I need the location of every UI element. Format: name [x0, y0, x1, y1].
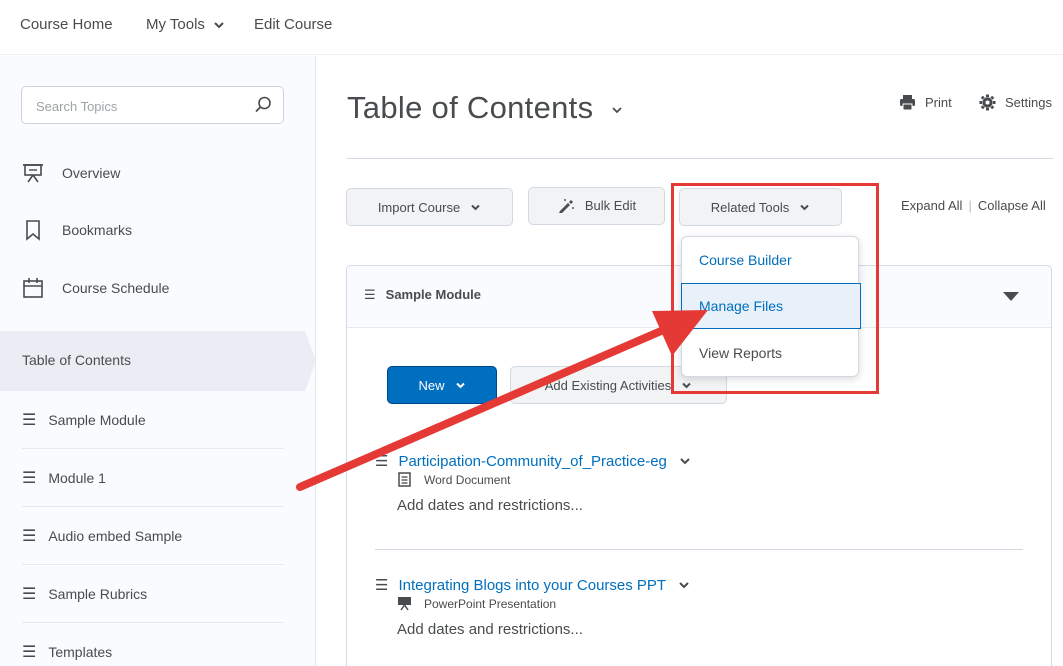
my-tools-menu[interactable]: My Tools	[146, 16, 225, 33]
my-tools-label: My Tools	[146, 16, 205, 33]
drag-handle-icon: ☰	[22, 644, 37, 661]
edit-course-link[interactable]: Edit Course	[254, 16, 332, 33]
print-button[interactable]: Print	[899, 94, 952, 111]
sidebar-module-label: Module 1	[48, 469, 106, 486]
drag-handle-icon: ☰	[375, 453, 389, 470]
collapse-all-link[interactable]: Collapse All	[978, 198, 1046, 213]
topic-title-row: ☰ Participation-Community_of_Practice-eg	[375, 452, 1025, 470]
printer-icon	[900, 95, 915, 111]
drag-handle-icon: ☰	[22, 469, 37, 487]
sidebar-item-bookmarks[interactable]: Bookmarks	[22, 217, 132, 243]
sidebar-module-item[interactable]: ☰ Templates	[22, 623, 284, 666]
sidebar-item-label: Course Schedule	[62, 280, 170, 296]
sidebar-item-label: Table of Contents	[22, 352, 131, 368]
sidebar-item-course-schedule[interactable]: Course Schedule	[22, 275, 169, 301]
header-divider	[347, 158, 1053, 159]
gear-icon	[979, 94, 996, 111]
sidebar-item-label: Bookmarks	[62, 222, 133, 238]
topic-type-label: Word Document	[424, 472, 511, 487]
topic-item: ☰ Participation-Community_of_Practice-eg…	[375, 452, 1025, 514]
page-title[interactable]: Table of Contents	[347, 90, 624, 126]
settings-label: Settings	[1005, 95, 1052, 110]
sidebar-module-label: Audio embed Sample	[48, 527, 183, 544]
module-title-text: Sample Module	[385, 287, 482, 302]
expand-collapse-links: Expand All | Collapse All	[901, 198, 1046, 213]
drag-handle-icon: ☰	[22, 527, 37, 545]
page-title-text: Table of Contents	[347, 90, 594, 125]
presentation-icon	[23, 164, 43, 183]
chevron-down-icon	[612, 107, 622, 114]
topic-title-link[interactable]: Integrating Blogs into your Courses PPT	[398, 577, 666, 594]
sidebar-module-label: Sample Rubrics	[48, 585, 148, 602]
topic-title-link[interactable]: Participation-Community_of_Practice-eg	[398, 453, 666, 470]
print-label: Print	[925, 95, 952, 110]
sidebar-module-item[interactable]: ☰ Module 1	[22, 449, 284, 507]
bulk-edit-label: Bulk Edit	[584, 198, 637, 213]
search-input[interactable]	[36, 96, 236, 116]
settings-button[interactable]: Settings	[979, 94, 1052, 111]
drag-handle-icon: ☰	[22, 411, 37, 429]
drag-handle-icon: ☰	[375, 577, 389, 594]
link-separator: |	[968, 198, 972, 213]
topic-type-label: PowerPoint Presentation	[424, 596, 557, 611]
annotation-highlight-box	[671, 183, 879, 394]
chevron-down-icon[interactable]	[678, 579, 690, 591]
presentation-icon	[398, 597, 411, 611]
chevron-down-icon	[214, 22, 224, 29]
sidebar-item-table-of-contents[interactable]: Table of Contents	[0, 331, 316, 391]
document-icon	[398, 472, 411, 487]
sidebar: Overview Bookmarks Course Schedule Table…	[0, 56, 316, 666]
topic-type: PowerPoint Presentation	[397, 596, 1025, 611]
import-course-button[interactable]: Import Course	[346, 188, 513, 226]
search-box	[21, 86, 284, 124]
add-existing-label: Add Existing Activities	[544, 377, 672, 393]
top-navigation: Course Home My Tools Edit Course	[0, 0, 1063, 55]
sidebar-module-item[interactable]: ☰ Audio embed Sample	[22, 507, 284, 565]
calendar-icon	[23, 278, 43, 298]
sidebar-module-item[interactable]: ☰ Sample Rubrics	[22, 565, 284, 623]
drag-handle-icon: ☰	[364, 287, 376, 302]
search-icon[interactable]	[253, 95, 273, 115]
pencil-icon	[558, 199, 574, 213]
sidebar-module-label: Templates	[48, 644, 113, 660]
module-title: ☰ Sample Module	[364, 287, 481, 303]
sidebar-item-overview[interactable]: Overview	[22, 160, 120, 186]
expand-all-link[interactable]: Expand All	[901, 198, 962, 213]
topic-item: ☰ Integrating Blogs into your Courses PP…	[375, 576, 1025, 638]
chevron-down-icon	[455, 382, 465, 388]
sidebar-module-label: Sample Module	[48, 411, 146, 428]
new-button[interactable]: New	[387, 366, 497, 404]
topic-title-row: ☰ Integrating Blogs into your Courses PP…	[375, 576, 1025, 594]
chevron-down-icon[interactable]	[679, 455, 691, 467]
sidebar-module-item[interactable]: ☰ Sample Module	[22, 391, 284, 449]
new-button-label: New	[418, 377, 445, 393]
sidebar-item-label: Overview	[62, 165, 121, 181]
bulk-edit-button[interactable]: Bulk Edit	[528, 187, 665, 225]
course-home-link[interactable]: Course Home	[20, 16, 113, 33]
import-course-label: Import Course	[377, 199, 461, 215]
add-dates-link[interactable]: Add dates and restrictions...	[397, 621, 1025, 638]
topic-type: Word Document	[397, 472, 1025, 487]
bookmark-icon	[26, 220, 40, 241]
add-dates-link[interactable]: Add dates and restrictions...	[397, 497, 1025, 514]
topic-divider	[375, 549, 1023, 550]
collapse-caret-icon[interactable]	[1003, 292, 1019, 301]
drag-handle-icon: ☰	[22, 585, 37, 603]
chevron-down-icon	[471, 204, 480, 210]
